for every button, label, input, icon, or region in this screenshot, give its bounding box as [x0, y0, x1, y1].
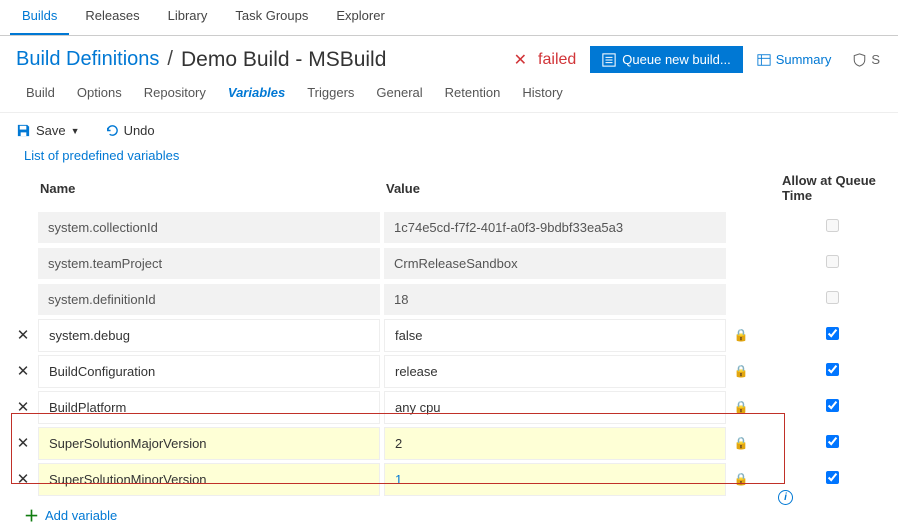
- table-row: ✕BuildConfigurationrelease 🔒: [12, 353, 882, 389]
- subtab-history[interactable]: History: [512, 81, 572, 104]
- variables-table: Name Value Allow at Queue Time system.co…: [0, 169, 898, 497]
- var-name-cell[interactable]: SuperSolutionMinorVersion: [38, 463, 380, 496]
- predefined-link-row: List of predefined variables: [0, 148, 898, 169]
- tab-explorer[interactable]: Explorer: [324, 0, 396, 35]
- save-label: Save: [36, 123, 66, 138]
- table-header: Name Value Allow at Queue Time: [12, 169, 882, 209]
- delete-icon[interactable]: ✕: [12, 326, 34, 344]
- delete-icon[interactable]: ✕: [12, 470, 34, 488]
- predefined-variables-link[interactable]: List of predefined variables: [24, 148, 179, 163]
- table-row: system.collectionId1c74e5cd-f7f2-401f-a0…: [12, 209, 882, 245]
- col-value: Value: [384, 181, 726, 196]
- tab-builds[interactable]: Builds: [10, 0, 69, 35]
- undo-label: Undo: [124, 123, 155, 138]
- var-name-cell[interactable]: system.debug: [38, 319, 380, 352]
- summary-button[interactable]: Summary: [749, 46, 840, 73]
- var-value-cell: 18: [384, 284, 726, 315]
- page-header: Build Definitions / Demo Build - MSBuild…: [0, 36, 898, 81]
- top-tabs: Builds Releases Library Task Groups Expl…: [0, 0, 898, 36]
- lock-icon[interactable]: 🔒: [730, 400, 752, 414]
- allow-queue-checkbox[interactable]: [782, 327, 882, 343]
- tab-task-groups[interactable]: Task Groups: [223, 0, 320, 35]
- subtab-options[interactable]: Options: [67, 81, 132, 104]
- status-fail-icon: ✕: [514, 50, 527, 70]
- info-icon[interactable]: i: [778, 490, 793, 505]
- var-name-cell[interactable]: BuildPlatform: [38, 391, 380, 424]
- delete-icon[interactable]: ✕: [12, 398, 34, 416]
- table-row: ✕BuildPlatformany cpu 🔒: [12, 389, 882, 425]
- table-row: system.teamProjectCrmReleaseSandbox: [12, 245, 882, 281]
- var-name-cell[interactable]: BuildConfiguration: [38, 355, 380, 388]
- allow-queue-checkbox[interactable]: [782, 219, 882, 235]
- var-name-cell: system.definitionId: [38, 284, 380, 315]
- add-variable-button[interactable]: ＋ Add variable: [0, 497, 898, 526]
- queue-btn-label: Queue new build...: [622, 52, 730, 67]
- var-value-cell[interactable]: false: [384, 319, 726, 352]
- summary-icon: [757, 53, 771, 67]
- sub-tabs: Build Options Repository Variables Trigg…: [0, 81, 898, 113]
- subtab-variables[interactable]: Variables: [218, 81, 295, 104]
- summary-btn-label: Summary: [776, 52, 832, 67]
- subtab-general[interactable]: General: [366, 81, 432, 104]
- shield-icon: [853, 53, 866, 67]
- table-row: ✕SuperSolutionMinorVersion1 🔒: [12, 461, 882, 497]
- allow-queue-checkbox[interactable]: [782, 399, 882, 415]
- undo-button[interactable]: Undo: [104, 123, 155, 138]
- lock-icon[interactable]: 🔒: [730, 328, 752, 342]
- delete-icon[interactable]: ✕: [12, 434, 34, 452]
- allow-queue-checkbox[interactable]: [782, 471, 882, 487]
- subtab-retention[interactable]: Retention: [435, 81, 511, 104]
- save-icon: [16, 123, 31, 138]
- save-button[interactable]: Save ▼: [16, 123, 80, 138]
- subtab-build[interactable]: Build: [16, 81, 65, 104]
- lock-icon[interactable]: 🔒: [730, 472, 752, 486]
- table-row: ✕SuperSolutionMajorVersion2 🔒: [12, 425, 882, 461]
- allow-queue-checkbox[interactable]: [782, 363, 882, 379]
- breadcrumb-separator: /: [167, 48, 173, 71]
- security-btn-label: S: [871, 52, 880, 67]
- allow-queue-checkbox[interactable]: [782, 435, 882, 451]
- var-name-cell: system.teamProject: [38, 248, 380, 279]
- var-value-cell: CrmReleaseSandbox: [384, 248, 726, 279]
- var-value-cell[interactable]: any cpu: [384, 391, 726, 424]
- col-name: Name: [38, 181, 380, 196]
- var-value-cell[interactable]: 1: [384, 463, 726, 496]
- subtab-triggers[interactable]: Triggers: [297, 81, 364, 104]
- undo-icon: [104, 123, 119, 138]
- allow-queue-checkbox[interactable]: [782, 291, 882, 307]
- table-row: system.definitionId18: [12, 281, 882, 317]
- status-text: failed: [538, 51, 576, 69]
- breadcrumb-build-definitions[interactable]: Build Definitions: [16, 48, 159, 71]
- var-value-cell[interactable]: 2: [384, 427, 726, 460]
- lock-icon[interactable]: 🔒: [730, 436, 752, 450]
- allow-queue-checkbox[interactable]: [782, 255, 882, 271]
- table-row: ✕system.debugfalse 🔒: [12, 317, 882, 353]
- delete-icon[interactable]: ✕: [12, 362, 34, 380]
- chevron-down-icon: ▼: [71, 126, 80, 136]
- queue-icon: [602, 53, 616, 67]
- var-value-cell: 1c74e5cd-f7f2-401f-a0f3-9bdbf33ea5a3: [384, 212, 726, 243]
- plus-icon: ＋: [24, 505, 39, 526]
- var-value-cell[interactable]: release: [384, 355, 726, 388]
- var-name-cell[interactable]: SuperSolutionMajorVersion: [38, 427, 380, 460]
- subtab-repository[interactable]: Repository: [134, 81, 216, 104]
- var-name-cell: system.collectionId: [38, 212, 380, 243]
- add-variable-label: Add variable: [45, 508, 117, 523]
- toolbar: Save ▼ Undo: [0, 113, 898, 148]
- lock-icon[interactable]: 🔒: [730, 364, 752, 378]
- tab-releases[interactable]: Releases: [73, 0, 151, 35]
- col-allow-queue: Allow at Queue Time: [782, 173, 882, 203]
- security-button[interactable]: S: [845, 46, 888, 73]
- page-title: Demo Build - MSBuild: [181, 48, 386, 72]
- tab-library[interactable]: Library: [156, 0, 220, 35]
- queue-new-build-button[interactable]: Queue new build...: [590, 46, 742, 73]
